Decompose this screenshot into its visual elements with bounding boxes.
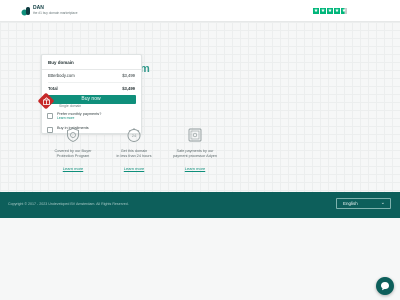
clock-24-icon: 24 (127, 128, 141, 142)
page-bottom-area (0, 218, 400, 300)
domain-price-row: Btterbody.com $3,499 (48, 73, 135, 78)
chat-bubble-icon (381, 282, 389, 291)
monthly-checkbox[interactable] (47, 113, 53, 119)
domain-name: Btterbody.com (48, 73, 75, 78)
star-icon: ★ (320, 8, 326, 14)
safe-payments-learn-more-link[interactable]: Learn more (160, 166, 230, 171)
svg-text:24: 24 (132, 133, 137, 138)
half-star-icon: ★ (341, 8, 347, 14)
feature-text: in less than 24 hours (116, 153, 152, 158)
safe-icon (188, 128, 202, 142)
feature-text: Protection Program (56, 153, 90, 158)
buyer-protection-learn-more-link[interactable]: Learn more (38, 166, 108, 171)
site-header: DAN the #1 buy domain marketplace ★ ★ ★ … (0, 0, 400, 22)
star-icon: ★ (327, 8, 333, 14)
monthly-payments-option[interactable]: Prefer monthly payments? Learn more (47, 112, 101, 121)
shield-icon (67, 128, 79, 142)
fast-transfer-learn-more-link[interactable]: Learn more (99, 166, 169, 171)
divider (48, 82, 135, 83)
card-title: Buy domain (48, 60, 74, 65)
trustpilot-rating[interactable]: ★ ★ ★ ★ ★ (313, 8, 347, 14)
feature-text: Safe payments by our (176, 149, 214, 153)
feature-buyer-protection: Covered by our Buyer Protection Program … (38, 127, 108, 171)
total-label: Total (48, 86, 58, 91)
feature-text: Covered by our Buyer (54, 149, 92, 153)
feature-fast-transfer: 24 Get this domain in less than 24 hours… (99, 127, 169, 171)
language-select[interactable]: English ⌄ (336, 198, 391, 209)
dan-logo-icon[interactable] (21, 6, 31, 16)
chat-button[interactable] (376, 277, 394, 295)
buy-now-button[interactable]: Buy now (46, 95, 136, 104)
logo-tagline: the #1 buy domain marketplace (33, 11, 78, 15)
gift-icon (43, 97, 50, 105)
feature-text: payment processor Adyen (173, 153, 217, 158)
feature-safe-payments: Safe payments by our payment processor A… (160, 127, 230, 171)
total-row: Total $3,499 (48, 86, 135, 91)
star-icon: ★ (313, 8, 319, 14)
copyright-text: Copyright © 2017 - 2023 Undeveloped BV A… (8, 202, 129, 206)
divider (42, 69, 141, 70)
monthly-learn-more-link[interactable]: Learn more (57, 116, 101, 120)
domain-price: $3,499 (122, 73, 135, 78)
language-value: English (343, 201, 358, 206)
total-price: $3,499 (122, 86, 135, 91)
star-icon: ★ (334, 8, 340, 14)
feature-text: Get this domain (120, 149, 148, 153)
chevron-down-icon: ⌄ (380, 200, 385, 206)
monthly-label: Prefer monthly payments? (57, 112, 102, 116)
purchase-option-label: Single domain (59, 104, 82, 108)
site-footer: Copyright © 2017 - 2023 Undeveloped BV A… (0, 192, 400, 218)
buy-domain-card: Buy domain Btterbody.com $3,499 Total $3… (41, 54, 142, 134)
